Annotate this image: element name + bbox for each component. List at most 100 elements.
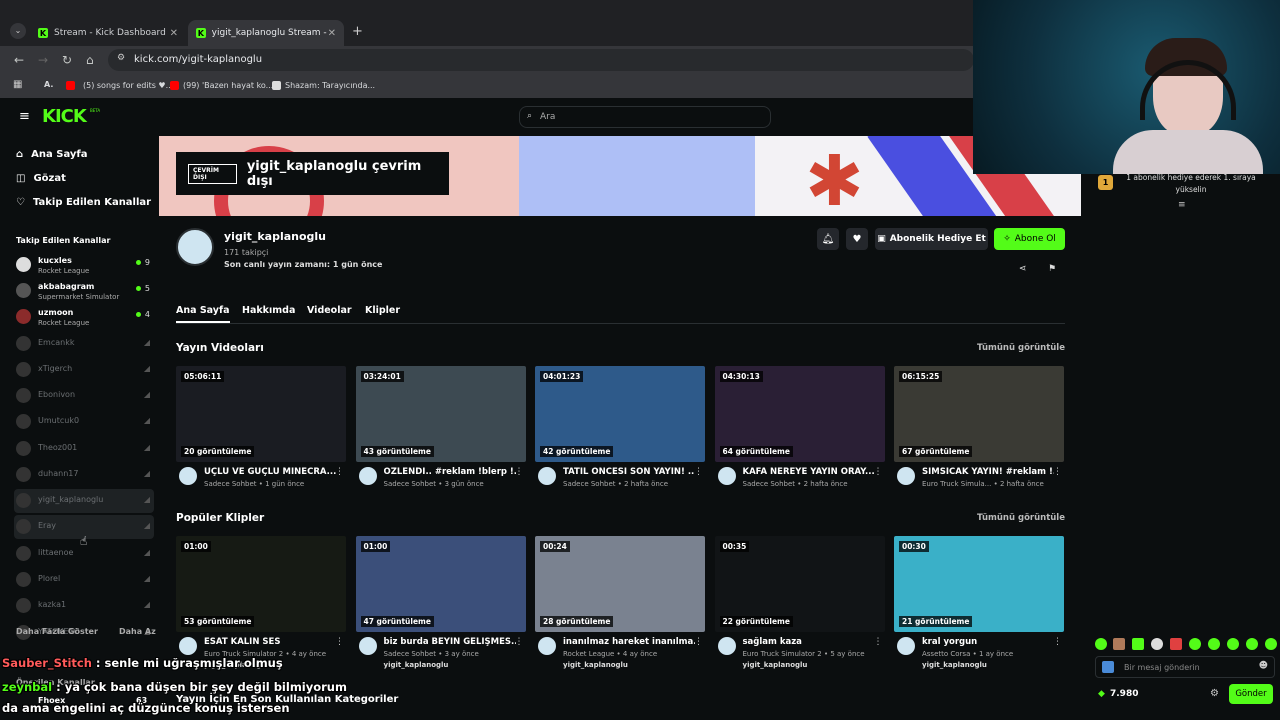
emote-icon[interactable] bbox=[1095, 638, 1107, 650]
sidebar-channel-offline[interactable]: Umutcuk0 ◢ bbox=[14, 410, 154, 434]
back-arrow-icon[interactable]: ← bbox=[14, 53, 24, 67]
more-options-icon[interactable]: ⋮ bbox=[515, 637, 524, 647]
show-less-button[interactable]: Daha Az bbox=[119, 627, 156, 636]
sidebar-channel-offline[interactable]: Plorel ◢ bbox=[14, 568, 154, 592]
avatar[interactable] bbox=[717, 467, 736, 485]
sidebar-channel-offline[interactable]: yigit_kaplanoglu ◢ bbox=[14, 489, 154, 513]
more-options-icon[interactable]: ⋮ bbox=[694, 467, 703, 477]
tab-search-icon[interactable]: ⌄ bbox=[10, 23, 26, 39]
share-icon[interactable]: ⋖ bbox=[1019, 264, 1027, 274]
more-options-icon[interactable]: ⋮ bbox=[694, 637, 703, 647]
emote-icon[interactable] bbox=[1265, 638, 1277, 650]
video-card[interactable]: 04:30:13 64 görüntüleme KAFA NEREYE YAYIN … bbox=[714, 366, 885, 496]
tab-about[interactable]: Hakkımda bbox=[242, 305, 295, 321]
sidebar-channel-offline[interactable]: Ebonivon ◢ bbox=[14, 384, 154, 408]
bookmark-bazen[interactable]: (99) 'Bazen hayat ko... bbox=[170, 81, 273, 90]
new-tab-icon[interactable]: + bbox=[352, 24, 363, 39]
emote-icon[interactable] bbox=[1189, 638, 1201, 650]
search-input[interactable]: ⌕ Ara bbox=[519, 106, 771, 128]
forward-arrow-icon[interactable]: → bbox=[38, 53, 48, 67]
video-title[interactable]: inanılmaz hareket inanılma... bbox=[563, 637, 695, 647]
avatar[interactable] bbox=[179, 637, 197, 655]
thumbnail[interactable]: 06:15:25 67 görüntüleme bbox=[894, 366, 1064, 462]
close-tab-icon[interactable]: ✕ bbox=[170, 28, 178, 39]
video-title[interactable]: KAFA NEREYE YAYIN ORAY... bbox=[743, 467, 875, 477]
avatar[interactable] bbox=[358, 467, 377, 485]
chat-input[interactable]: Bir mesaj gönderin ☻ bbox=[1095, 656, 1275, 678]
apps-grid-icon[interactable]: ▦ bbox=[13, 79, 22, 90]
settings-gear-icon[interactable]: ⚙ bbox=[1210, 688, 1219, 699]
bookmark-shazam[interactable]: Shazam: Tarayıcında... bbox=[272, 81, 375, 90]
sidebar-channel-offline[interactable]: kazka1 ◢ bbox=[14, 594, 154, 618]
emote-icon[interactable] bbox=[1170, 638, 1182, 650]
avatar[interactable] bbox=[717, 637, 736, 655]
avatar[interactable] bbox=[538, 467, 556, 485]
show-more-button[interactable]: Daha Fazla Göster bbox=[16, 627, 98, 636]
sidebar-channel-offline[interactable]: Emcankk ◢ bbox=[14, 332, 154, 356]
tab-kick-stream[interactable]: K yigit_kaplanoglu Stream - Watc ✕ bbox=[188, 20, 344, 46]
more-options-icon[interactable]: ⋮ bbox=[515, 467, 524, 477]
more-options-icon[interactable]: ⋮ bbox=[874, 467, 883, 477]
thumbnail[interactable]: 03:24:01 43 görüntüleme bbox=[355, 366, 526, 462]
video-title[interactable]: kral yorgun bbox=[922, 637, 1054, 647]
bookmark-songs[interactable]: (5) songs for edits ♥... bbox=[66, 81, 173, 90]
category-link[interactable]: Sadece Sohbet bbox=[563, 480, 616, 488]
subscribe-button[interactable]: ✧ Abone Ol bbox=[994, 228, 1065, 250]
clip-author[interactable]: yigit_kaplanoglu bbox=[743, 661, 808, 669]
category-link[interactable]: Rocket League bbox=[563, 650, 614, 658]
thumbnail[interactable]: 04:30:13 64 görüntüleme bbox=[714, 366, 885, 462]
emoji-icon[interactable]: ☻ bbox=[1259, 661, 1268, 671]
thumbnail[interactable]: 05:06:11 20 görüntüleme bbox=[176, 366, 346, 462]
tab-kick-dashboard[interactable]: K Stream - Kick Dashboard ✕ bbox=[30, 20, 186, 46]
clip-author[interactable]: yigit_kaplanoglu bbox=[563, 661, 628, 669]
sidebar-channel-offline[interactable]: Theoz001 ◢ bbox=[14, 437, 154, 461]
view-all-videos[interactable]: Tümünü görüntüle bbox=[977, 343, 1065, 353]
clip-author[interactable]: yigit_kaplanoglu bbox=[384, 661, 449, 669]
video-title[interactable]: ÖZLENDİ.. #reklam !blerp !... bbox=[384, 467, 516, 477]
category-link[interactable]: Sadece Sohbet bbox=[384, 650, 437, 658]
category-link[interactable]: Euro Truck Simulator 2 bbox=[743, 650, 822, 658]
video-title[interactable]: ÜÇLÜ VE GÜÇLÜ MİNECRA... bbox=[204, 467, 336, 477]
follow-button[interactable]: ♥ bbox=[846, 228, 868, 250]
gift-sub-button[interactable]: ▣ Abonelik Hediye Et bbox=[875, 228, 988, 250]
video-card[interactable]: 03:24:01 43 görüntüleme ÖZLENDİ.. #reklam … bbox=[355, 366, 526, 496]
avatar[interactable] bbox=[897, 467, 915, 485]
sidebar-channel[interactable]: akbabagram Supermarket Simulator 5 bbox=[14, 279, 154, 303]
sidebar-channel-offline[interactable]: duhann17 ◢ bbox=[14, 463, 154, 487]
video-title[interactable]: ESAT KALIN SES bbox=[204, 637, 336, 647]
category-link[interactable]: Sadece Sohbet bbox=[204, 480, 257, 488]
video-title[interactable]: SIMSICAK YAYIN! #reklam !... bbox=[922, 467, 1054, 477]
address-bar[interactable]: ⚙ kick.com/yigit-kaplanoglu bbox=[108, 49, 974, 71]
thumbnail[interactable]: 01:00 47 görüntüleme bbox=[355, 536, 526, 632]
thumbnail[interactable]: 01:00 53 görüntüleme bbox=[176, 536, 346, 632]
nav-home[interactable]: ⌂ Ana Sayfa bbox=[16, 149, 88, 160]
more-options-icon[interactable]: ⋮ bbox=[335, 637, 344, 647]
sidebar-channel[interactable]: kucxles Rocket League 9 bbox=[14, 253, 154, 277]
thumbnail[interactable]: 04:01:23 42 görüntüleme bbox=[535, 366, 705, 462]
reload-icon[interactable]: ↻ bbox=[62, 53, 72, 67]
notification-button[interactable]: 🔔︎ bbox=[817, 228, 839, 250]
avatar[interactable] bbox=[897, 637, 915, 655]
clip-author[interactable]: yigit_kaplanoglu bbox=[922, 661, 987, 669]
emote-icon[interactable] bbox=[1113, 638, 1125, 650]
sidebar-channel-offline[interactable]: xTigerch ◢ bbox=[14, 358, 154, 382]
category-link[interactable]: Euro Truck Simula... bbox=[922, 480, 991, 488]
emote-icon[interactable] bbox=[1246, 638, 1258, 650]
category-link[interactable]: Sadece Sohbet bbox=[384, 480, 437, 488]
video-card[interactable]: 01:00 47 görüntüleme biz burda BEYİN GELİŞ… bbox=[355, 536, 526, 669]
user-report-icon[interactable]: ⚑ bbox=[1048, 264, 1056, 274]
tab-videos[interactable]: Videolar bbox=[307, 305, 352, 321]
video-card[interactable]: 00:30 21 görüntüleme kral yorgun Assetto Co… bbox=[894, 536, 1064, 669]
video-card[interactable]: 05:06:11 20 görüntüleme ÜÇLÜ VE GÜÇLÜ MİNE… bbox=[176, 366, 346, 496]
thumbnail[interactable]: 00:30 21 görüntüleme bbox=[894, 536, 1064, 632]
thumbnail[interactable]: 00:35 22 görüntüleme bbox=[714, 536, 885, 632]
emote-icon[interactable] bbox=[1132, 638, 1144, 650]
more-options-icon[interactable]: ⋮ bbox=[1053, 637, 1062, 647]
tab-home[interactable]: Ana Sayfa bbox=[176, 305, 230, 323]
video-title[interactable]: sağlam kaza bbox=[743, 637, 875, 647]
sidebar-channel[interactable]: uzmoon Rocket League 4 bbox=[14, 305, 154, 329]
video-card[interactable]: 00:35 22 görüntüleme sağlam kaza Euro Truck… bbox=[714, 536, 885, 669]
bookmark-a-icon[interactable]: A. bbox=[44, 80, 53, 89]
tab-clips[interactable]: Klipler bbox=[365, 305, 400, 321]
category-link[interactable]: Assetto Corsa bbox=[922, 650, 970, 658]
